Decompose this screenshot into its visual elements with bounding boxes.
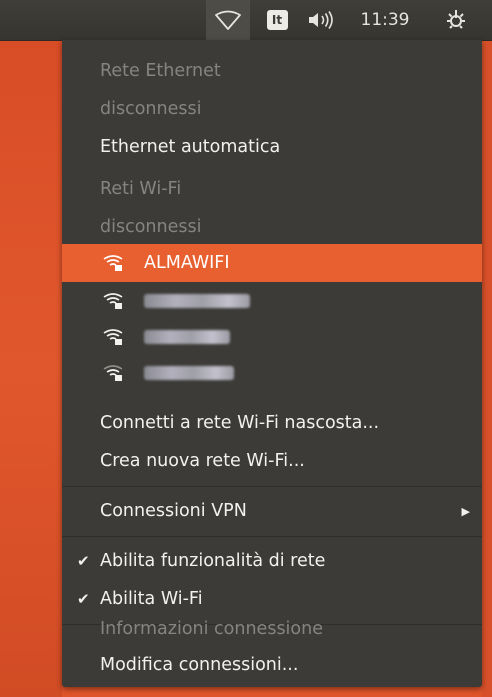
create-new-wifi-item[interactable]: Crea nuova rete Wi-Fi...	[62, 442, 482, 480]
system-gear-icon	[447, 10, 465, 29]
wifi-signal-secure-icon	[103, 329, 123, 345]
ethernet-status: disconnessi	[100, 99, 202, 119]
submenu-arrow-icon: ▶	[461, 504, 470, 518]
menu-separator	[62, 536, 482, 537]
clock[interactable]: 11:39	[346, 0, 424, 40]
desktop-background-right	[482, 40, 492, 697]
enable-wifi-label: Abilita Wi-Fi	[100, 589, 203, 609]
obscured-network-name	[144, 330, 230, 344]
obscured-network-name	[144, 366, 234, 380]
checkmark-icon: ✔	[77, 552, 90, 570]
wifi-network-almawifi[interactable]: ALMAWIFI	[62, 244, 482, 282]
wifi-icon	[215, 10, 241, 30]
vpn-connections-label: Connessioni VPN	[100, 501, 247, 521]
wifi-network-item[interactable]	[62, 318, 482, 356]
wifi-status: disconnessi	[100, 217, 202, 237]
obscured-network-name	[144, 294, 250, 308]
edit-connections-item[interactable]: Modifica connessioni...	[62, 646, 482, 684]
keyboard-layout-indicator[interactable]: It	[262, 0, 292, 40]
enable-networking-item[interactable]: ✔ Abilita funzionalità di rete	[62, 542, 482, 580]
network-indicator[interactable]	[206, 0, 250, 40]
wifi-signal-secure-icon	[103, 255, 123, 271]
system-menu[interactable]	[432, 0, 480, 40]
sound-indicator[interactable]	[300, 0, 342, 40]
network-menu: Rete Ethernet disconnessi Ethernet autom…	[62, 40, 482, 687]
enable-networking-label: Abilita funzionalità di rete	[100, 551, 326, 571]
menu-separator	[62, 486, 482, 487]
vpn-connections-item[interactable]: Connessioni VPN ▶	[62, 492, 482, 530]
wifi-signal-secure-icon	[103, 293, 123, 309]
connection-info-item: Informazioni connessione	[100, 619, 323, 639]
desktop-background	[0, 40, 62, 697]
wifi-header: Reti Wi-Fi	[100, 179, 182, 199]
ethernet-automatic-item[interactable]: Ethernet automatica	[62, 128, 482, 166]
ethernet-header: Rete Ethernet	[100, 61, 221, 81]
wifi-signal-weak-secure-icon	[103, 365, 123, 381]
keyboard-layout-label: It	[266, 10, 288, 30]
top-panel: It 11:39	[0, 0, 492, 41]
volume-icon	[309, 11, 333, 29]
connect-hidden-wifi-item[interactable]: Connetti a rete Wi-Fi nascosta...	[62, 404, 482, 442]
wifi-network-item[interactable]	[62, 282, 482, 320]
wifi-network-item[interactable]	[62, 354, 482, 392]
wifi-network-name: ALMAWIFI	[144, 253, 230, 273]
